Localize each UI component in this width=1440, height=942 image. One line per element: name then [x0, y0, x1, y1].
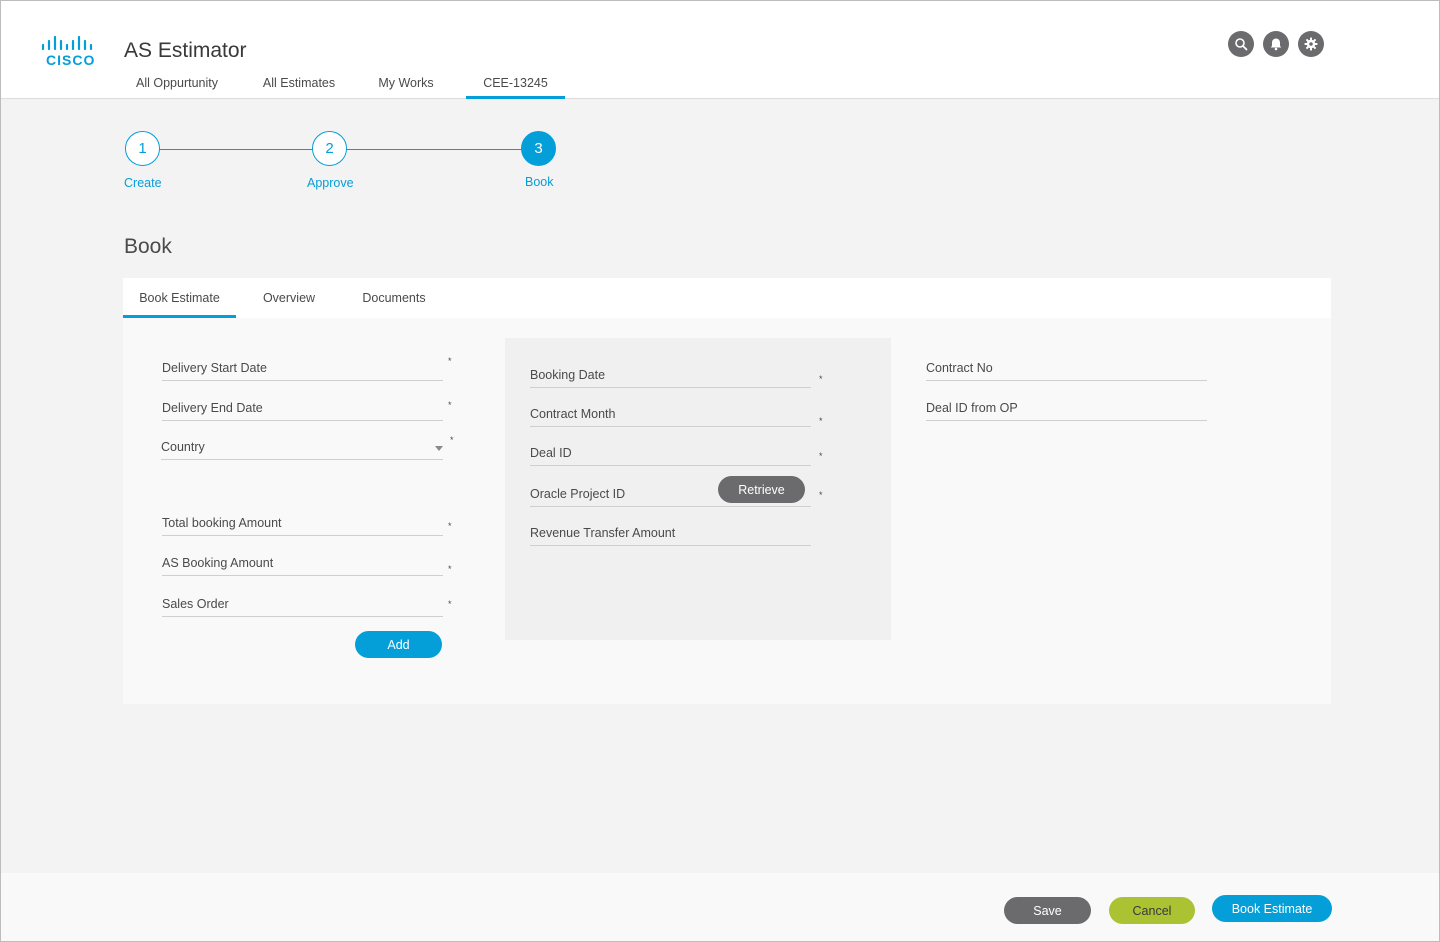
- contract-no-field[interactable]: Contract No: [926, 357, 1207, 381]
- footer-action-bar: Save Cancel Book Estimate: [1, 873, 1439, 941]
- page-title: Book: [124, 235, 172, 258]
- country-select[interactable]: Country: [161, 436, 443, 460]
- field-label: Contract No: [926, 361, 993, 375]
- step-connector: [346, 149, 522, 150]
- field-label: Deal ID from OP: [926, 401, 1018, 415]
- book-estimate-button[interactable]: Book Estimate: [1212, 895, 1332, 922]
- required-mark: *: [448, 400, 452, 410]
- deal-id-field[interactable]: Deal ID: [530, 442, 811, 466]
- step-1-label: Create: [124, 176, 162, 190]
- add-button[interactable]: Add: [355, 631, 442, 658]
- required-mark: *: [448, 356, 452, 366]
- progress-stepper: 1 2 3 Create Approve Book: [124, 131, 564, 191]
- revenue-transfer-amount-field[interactable]: Revenue Transfer Amount: [530, 522, 811, 546]
- save-button[interactable]: Save: [1004, 897, 1091, 924]
- field-label: Contract Month: [530, 407, 616, 421]
- nav-tab-all-estimates[interactable]: All Estimates: [251, 69, 347, 99]
- step-3-circle[interactable]: 3: [521, 131, 556, 166]
- chevron-down-icon: [435, 446, 443, 451]
- nav-tab-cee-13245[interactable]: CEE-13245: [466, 69, 565, 99]
- tab-bar: Book Estimate Overview Documents: [123, 278, 1331, 318]
- nav-tab-all-oppurtunity[interactable]: All Oppurtunity: [121, 69, 233, 99]
- required-mark: *: [819, 451, 823, 461]
- field-label: Revenue Transfer Amount: [530, 526, 676, 540]
- sales-order-field[interactable]: Sales Order: [162, 593, 443, 617]
- delivery-start-date-field[interactable]: Delivery Start Date: [162, 357, 443, 381]
- field-label: Deal ID: [530, 446, 572, 460]
- required-mark: *: [448, 599, 452, 609]
- retrieve-button[interactable]: Retrieve: [718, 476, 805, 503]
- step-1-circle[interactable]: 1: [125, 131, 160, 166]
- as-booking-amount-field[interactable]: AS Booking Amount: [162, 552, 443, 576]
- tab-overview[interactable]: Overview: [251, 278, 327, 318]
- required-mark: *: [819, 416, 823, 426]
- required-mark: *: [819, 490, 823, 500]
- required-mark: *: [819, 374, 823, 384]
- field-label: Oracle Project ID: [530, 487, 626, 501]
- gear-icon[interactable]: [1298, 31, 1324, 57]
- field-label: Total booking Amount: [162, 516, 282, 530]
- field-label: Delivery End Date: [162, 401, 263, 415]
- booking-date-field[interactable]: Booking Date: [530, 364, 811, 388]
- tab-book-estimate[interactable]: Book Estimate: [123, 278, 236, 318]
- contract-month-field[interactable]: Contract Month: [530, 403, 811, 427]
- app-window: CISCO AS Estimator All Oppurtunity All E…: [0, 0, 1440, 942]
- cancel-button[interactable]: Cancel: [1109, 897, 1195, 924]
- search-icon[interactable]: [1228, 31, 1254, 57]
- tab-documents[interactable]: Documents: [353, 278, 435, 318]
- total-booking-amount-field[interactable]: Total booking Amount: [162, 512, 443, 536]
- field-label: Country: [161, 440, 205, 454]
- required-mark: *: [450, 435, 454, 445]
- deal-id-from-op-field[interactable]: Deal ID from OP: [926, 397, 1207, 421]
- app-title: AS Estimator: [124, 39, 247, 62]
- cisco-wordmark: CISCO: [46, 52, 96, 68]
- delivery-end-date-field[interactable]: Delivery End Date: [162, 397, 443, 421]
- booking-details-panel: Booking Date * Contract Month * Deal ID …: [505, 338, 891, 640]
- field-label: Booking Date: [530, 368, 606, 382]
- step-2-circle[interactable]: 2: [312, 131, 347, 166]
- book-estimate-panel: Delivery Start Date * Delivery End Date …: [123, 318, 1331, 704]
- step-3-label: Book: [525, 175, 554, 189]
- required-mark: *: [448, 564, 452, 574]
- required-mark: *: [448, 521, 452, 531]
- app-header: CISCO AS Estimator All Oppurtunity All E…: [1, 1, 1439, 99]
- nav-tab-my-works[interactable]: My Works: [366, 69, 446, 99]
- field-label: Sales Order: [162, 597, 229, 611]
- field-label: Delivery Start Date: [162, 361, 267, 375]
- bell-icon[interactable]: [1263, 31, 1289, 57]
- field-label: AS Booking Amount: [162, 556, 274, 570]
- step-2-label: Approve: [307, 176, 354, 190]
